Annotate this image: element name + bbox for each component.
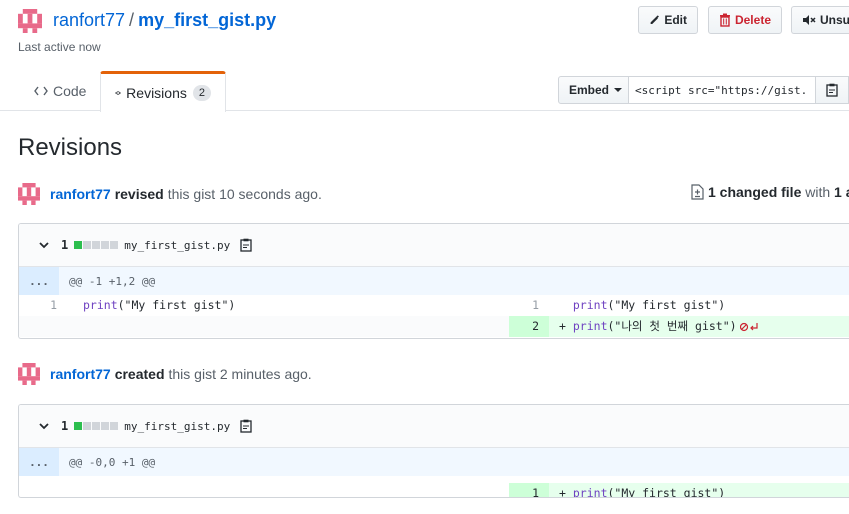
file-diff-icon [691, 184, 704, 200]
clipboard-icon[interactable] [240, 238, 252, 252]
hunk-range: @@ -1 +1,2 @@ [69, 274, 156, 288]
diff-prefix [559, 298, 566, 312]
tab-revisions[interactable]: Revisions 2 [100, 71, 226, 112]
code-fn: print [572, 298, 608, 312]
code-args: ("My first gist") [607, 486, 726, 498]
diffstat-bar [74, 422, 119, 430]
edit-label: Edit [664, 13, 687, 27]
hunk-range: @@ -0,0 +1 @@ [69, 455, 156, 469]
file-diff: 1 my_first_gist.py ... @@ -1 +1,2 @@ 1 p… [18, 223, 849, 339]
new-line-number[interactable]: 1 [509, 295, 549, 316]
diff-count: 1 [61, 238, 69, 252]
revision-time-text: this gist 10 seconds ago. [167, 186, 322, 202]
changed-files-count: 1 changed file [708, 184, 802, 200]
title-separator: / [129, 10, 135, 30]
chevron-down-icon[interactable] [39, 422, 49, 430]
old-code [69, 483, 509, 497]
old-line-number [19, 316, 69, 337]
new-line-number[interactable]: 1 [509, 483, 549, 497]
old-line-number [19, 483, 69, 497]
hunk-header: ... @@ -1 +1,2 @@ [19, 267, 849, 295]
diff-count: 1 [61, 419, 69, 433]
avatar[interactable] [18, 363, 40, 385]
file-diff: 1 my_first_gist.py ... @@ -0,0 +1 @@ 1 +… [18, 404, 849, 498]
embed-url-input[interactable] [629, 76, 816, 104]
clipboard-icon[interactable] [240, 419, 252, 433]
old-line-number[interactable]: 1 [19, 295, 69, 316]
tab-revisions-label: Revisions [126, 85, 187, 101]
owner-avatar[interactable] [18, 9, 42, 33]
hunk-header: ... @@ -0,0 +1 @@ [19, 448, 849, 476]
new-code: + print("나의 첫 번째 gist") [549, 316, 849, 337]
embed-dropdown[interactable]: Embed [558, 76, 629, 104]
embed-group: Embed [558, 76, 849, 104]
chevron-down-icon[interactable] [39, 241, 49, 249]
diffstat-bar [74, 241, 119, 249]
new-line-number[interactable]: 2 [509, 316, 549, 337]
diff-line: 1 print("My first gist") 1 print("My fir… [19, 295, 849, 316]
revision-user-link[interactable]: ranfort77 [50, 186, 111, 202]
git-commit-icon [115, 91, 122, 95]
tab-code-label: Code [53, 83, 87, 99]
mute-icon [803, 15, 816, 25]
revision-header: ranfort77 revised this gist 10 seconds a… [18, 182, 322, 206]
copy-embed-button[interactable] [816, 76, 849, 104]
changed-files-with: with [801, 184, 835, 200]
gist-name-link[interactable]: my_first_gist.py [138, 10, 276, 30]
old-code [69, 316, 509, 337]
no-newline-icon [739, 322, 758, 331]
diff-line: 1 + print("My first gist") [19, 483, 849, 498]
delete-label: Delete [734, 13, 771, 27]
clipboard-icon [826, 83, 838, 97]
file-name-link[interactable]: my_first_gist.py [124, 239, 230, 252]
caret-down-icon [614, 88, 623, 92]
pencil-icon [650, 15, 659, 25]
diff-line: 2 + print("나의 첫 번째 gist") [19, 316, 849, 337]
file-header: 1 my_first_gist.py [19, 405, 849, 448]
code-fn: print [572, 319, 608, 333]
owner-link[interactable]: ranfort77 [53, 10, 125, 30]
expand-lines-button[interactable]: ... [19, 267, 59, 295]
code-args: ("My first gist") [117, 298, 236, 312]
last-active-text: Last active now [18, 40, 101, 54]
code-args: ("나의 첫 번째 gist") [607, 319, 737, 333]
diff-prefix: + [559, 486, 566, 498]
changed-files-tail: 1 a [834, 184, 849, 200]
revisions-count-badge: 2 [192, 85, 211, 101]
page-title: Revisions [18, 134, 123, 161]
revision-time-text: this gist 2 minutes ago. [168, 366, 312, 382]
expand-lines-button[interactable]: ... [19, 448, 59, 476]
tab-code[interactable]: Code [20, 71, 100, 111]
trash-icon [719, 13, 730, 27]
edit-button[interactable]: Edit [638, 6, 698, 34]
delete-button[interactable]: Delete [708, 6, 782, 34]
revision-header: ranfort77 created this gist 2 minutes ag… [18, 362, 312, 386]
revision-user-link[interactable]: ranfort77 [50, 366, 111, 382]
changed-files-summary: 1 changed file with 1 a [691, 184, 849, 200]
code-fn: print [83, 298, 118, 312]
code-icon [34, 86, 48, 96]
unsubscribe-button[interactable]: Unsu [791, 6, 849, 34]
new-code: + print("My first gist") [549, 483, 849, 498]
avatar[interactable] [18, 183, 40, 205]
embed-label: Embed [569, 83, 610, 97]
revision-action: revised [114, 186, 164, 202]
new-code: print("My first gist") [549, 295, 849, 316]
diff-prefix: + [559, 319, 566, 333]
gist-title: ranfort77/my_first_gist.py [53, 8, 276, 32]
code-args: ("My first gist") [607, 298, 726, 312]
file-name-link[interactable]: my_first_gist.py [124, 420, 230, 433]
revision-action: created [114, 366, 165, 382]
unsubscribe-label: Unsu [820, 13, 849, 27]
code-fn: print [572, 486, 608, 498]
old-code: print("My first gist") [69, 295, 509, 316]
file-header: 1 my_first_gist.py [19, 224, 849, 267]
